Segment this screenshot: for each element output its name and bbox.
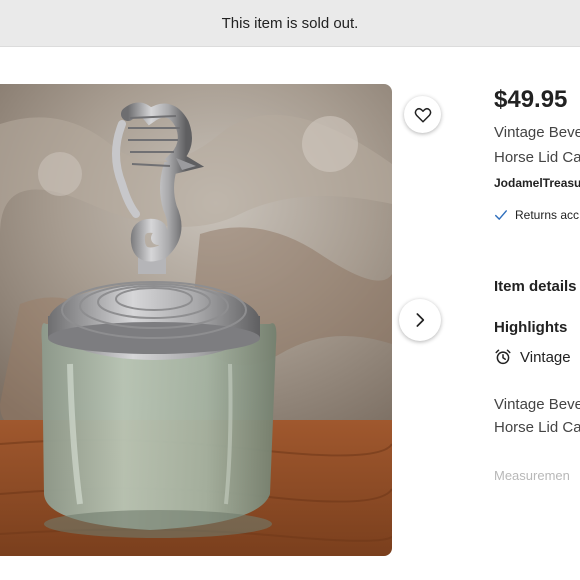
alarm-clock-icon [495,349,511,365]
price: $49.95 [494,86,568,113]
description-line-2: Horse Lid Ca [494,419,580,436]
returns-policy: Returns acc [494,208,579,222]
next-image-button[interactable] [399,299,441,341]
listing-photo[interactable] [0,84,392,556]
measurements-label: Measuremen [494,468,570,483]
sold-out-banner: This item is sold out. [0,0,580,47]
highlight-vintage: Vintage [494,348,571,366]
sold-out-message: This item is sold out. [221,14,359,32]
item-details-heading[interactable]: Item details [494,278,577,295]
checkmark-icon [495,210,507,220]
favorite-button[interactable] [404,96,441,133]
description-line-1: Vintage Beve [494,396,580,413]
seahorse-jar-image [0,84,392,556]
heart-icon [414,107,431,122]
listing-title-line-2: Horse Lid Ca [494,149,580,166]
returns-text: Returns acc [515,208,580,222]
highlights-heading: Highlights [494,319,568,336]
highlight-vintage-label: Vintage [520,348,571,366]
listing-title-line-1: Vintage Beve [494,124,580,141]
shop-name-link[interactable]: JodamelTreasur [494,176,580,190]
chevron-right-icon [416,313,425,327]
